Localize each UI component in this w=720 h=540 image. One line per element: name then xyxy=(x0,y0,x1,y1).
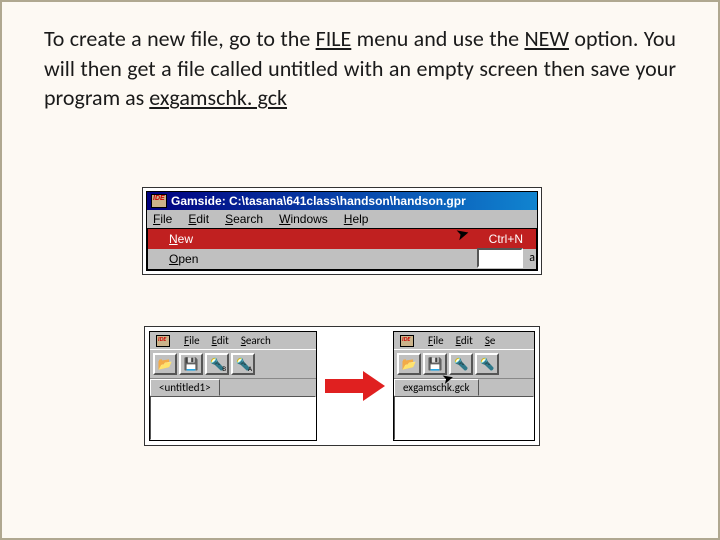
flash-icon: 🔦 xyxy=(454,357,469,372)
menu-edit[interactable]: Edit xyxy=(188,212,209,226)
window-title: Gamside: C:\tasana\641class\handson\hand… xyxy=(171,194,466,208)
menu-search[interactable]: Search xyxy=(225,212,263,226)
run-b-button[interactable]: 🔦 xyxy=(449,353,473,375)
screenshot-saved: IDE File Edit Se 📂 💾 🔦 🔦 exgamschk.gck ➤ xyxy=(393,331,535,441)
run-b-button[interactable]: 🔦B xyxy=(205,353,229,375)
screenshot-before-after: IDE File Edit Search 📂 💾 🔦B 🔦A <untitled… xyxy=(144,326,540,446)
instr-pre: To create a new file, go to the xyxy=(44,25,316,52)
instr-fname: exgamschk. gck xyxy=(149,84,287,111)
menu-file[interactable]: File xyxy=(153,212,172,226)
open-icon: 📂 xyxy=(158,357,173,372)
menu-file[interactable]: File xyxy=(428,334,444,347)
app-icon: IDE xyxy=(400,335,414,347)
run-a-button[interactable]: 🔦A xyxy=(231,353,255,375)
title-bar: IDE Gamside: C:\tasana\641class\handson\… xyxy=(147,192,537,210)
save-icon: 💾 xyxy=(184,357,199,372)
menu-file[interactable]: File xyxy=(184,334,200,347)
tab-saved[interactable]: exgamschk.gck xyxy=(394,379,479,396)
run-a-button[interactable]: 🔦 xyxy=(475,353,499,375)
shortcut-new: Ctrl+N xyxy=(489,232,523,246)
app-icon: IDE xyxy=(151,194,167,208)
save-button[interactable]: 💾 xyxy=(179,353,203,375)
app-icon: IDE xyxy=(156,335,170,347)
menu-bar: File Edit Search Windows Help xyxy=(147,210,537,228)
screenshot-untitled: IDE File Edit Search 📂 💾 🔦B 🔦A <untitled… xyxy=(149,331,317,441)
badge-a: A xyxy=(248,364,252,373)
label-a: a xyxy=(529,251,535,265)
menu-search[interactable]: Search xyxy=(241,334,271,347)
open-icon: 📂 xyxy=(402,357,417,372)
editor-area[interactable] xyxy=(394,396,534,440)
arrow-icon xyxy=(325,373,385,399)
save-icon: 💾 xyxy=(428,357,443,372)
flash-icon: 🔦 xyxy=(480,357,495,372)
instr-new: NEW xyxy=(524,25,569,52)
screenshot-menu-dropdown: IDE Gamside: C:\tasana\641class\handson\… xyxy=(142,187,542,275)
toolbar: 📂 💾 🔦 🔦 xyxy=(394,349,534,378)
menu-windows[interactable]: Windows xyxy=(279,212,328,226)
toolbar: 📂 💾 🔦B 🔦A xyxy=(150,349,316,378)
badge-b: B xyxy=(222,364,226,373)
menu-bar-2: IDE File Edit Search xyxy=(150,332,316,349)
menu-item-new[interactable]: New Ctrl+N xyxy=(148,229,536,249)
instr-file: FILE xyxy=(316,25,352,52)
menu-edit[interactable]: Edit xyxy=(212,334,229,347)
open-button[interactable]: 📂 xyxy=(397,353,421,375)
editor-area[interactable] xyxy=(150,396,316,440)
tab-untitled[interactable]: <untitled1> xyxy=(150,379,220,396)
menu-help[interactable]: Help xyxy=(344,212,369,226)
save-button[interactable]: 💾 xyxy=(423,353,447,375)
instr-mid1: menu and use the xyxy=(351,25,524,52)
instruction-text: To create a new file, go to the FILE men… xyxy=(44,24,676,113)
menu-se[interactable]: Se xyxy=(485,334,496,347)
open-button[interactable]: 📂 xyxy=(153,353,177,375)
combo-box[interactable] xyxy=(477,248,523,268)
menu-edit[interactable]: Edit xyxy=(456,334,473,347)
menu-bar-3: IDE File Edit Se xyxy=(394,332,534,349)
